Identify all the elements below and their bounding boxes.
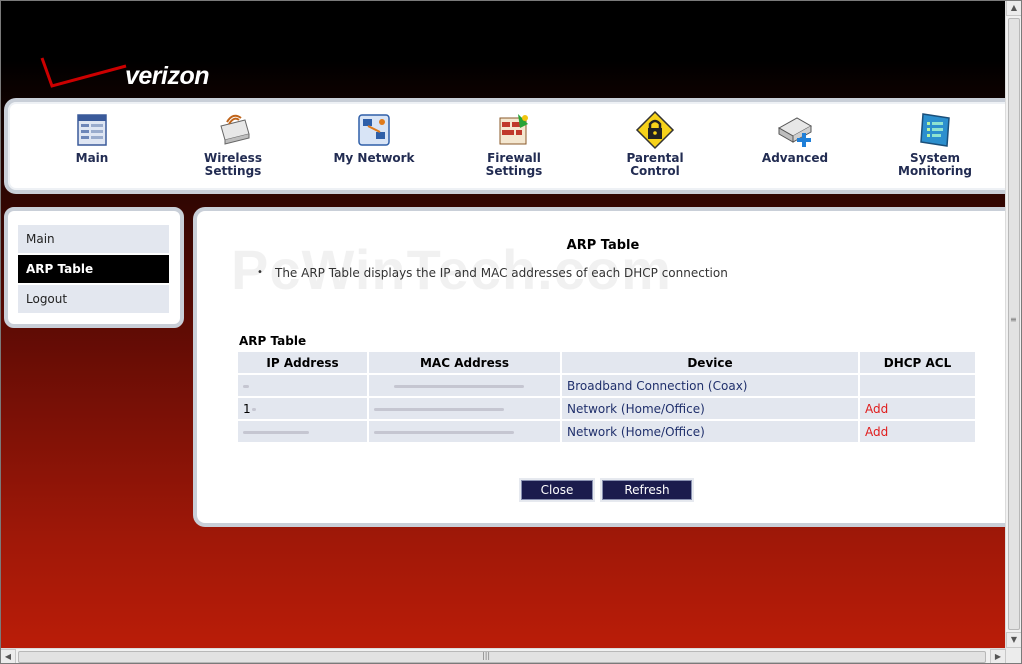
scroll-down-icon[interactable]: ▼ <box>1006 632 1022 648</box>
horizontal-scrollbar[interactable]: ◀ ||| ▶ <box>0 648 1006 664</box>
nav-wireless-settings[interactable]: Wireless Settings <box>173 110 293 178</box>
logo-text: verizon <box>125 62 210 90</box>
nav-wireless-settings-label: Wireless Settings <box>204 151 262 178</box>
horizontal-scroll-thumb[interactable] <box>18 651 986 663</box>
nav-firewall-settings[interactable]: Firewall Settings <box>454 110 574 178</box>
bullet-icon: • <box>257 267 263 278</box>
mac-cell <box>367 373 562 398</box>
acl-add-link[interactable]: Add <box>858 419 977 444</box>
table-row: Network (Home/Office) Add <box>236 419 977 444</box>
advanced-icon <box>777 117 813 147</box>
table-header-row: IP Address MAC Address Device DHCP ACL <box>236 350 977 375</box>
verizon-logo: verizon <box>38 52 228 96</box>
nav-main-label: Main <box>75 151 109 165</box>
nav-advanced[interactable]: Advanced <box>735 110 855 165</box>
redacted-ip <box>251 407 256 411</box>
vertical-scrollbar[interactable]: ▲ ≡ ▼ <box>1005 0 1022 648</box>
device-cell: Network (Home/Office) <box>560 419 860 444</box>
redacted-mac <box>374 407 504 411</box>
my-network-icon <box>358 114 390 146</box>
system-monitoring-icon <box>920 113 950 147</box>
redacted-ip <box>243 430 309 434</box>
nav-firewall-settings-label: Firewall Settings <box>485 151 543 178</box>
redacted-ip <box>243 384 249 388</box>
nav-my-network-label: My Network <box>333 151 415 165</box>
firewall-settings-icon <box>499 114 528 145</box>
acl-cell <box>858 373 977 398</box>
top-navigation: Main Wireless Settings My Network Firewa… <box>4 98 1009 194</box>
sidebar-item-arp-table[interactable]: ARP Table <box>18 255 169 283</box>
nav-main[interactable]: Main <box>32 110 152 165</box>
vertical-scroll-thumb[interactable] <box>1008 18 1020 630</box>
sidebar: Main ARP Table Logout <box>4 207 184 328</box>
parental-control-icon <box>635 110 675 150</box>
column-header: MAC Address <box>367 350 562 375</box>
mac-cell <box>367 419 562 444</box>
scroll-up-icon[interactable]: ▲ <box>1006 0 1022 16</box>
scrollbar-corner <box>1006 648 1022 664</box>
table-row: Broadband Connection (Coax) <box>236 373 977 398</box>
ip-cell <box>236 419 369 444</box>
nav-system-monitoring-label: System Monitoring <box>898 151 972 178</box>
nav-parental-control-label: Parental Control <box>626 151 684 178</box>
nav-my-network[interactable]: My Network <box>314 110 434 165</box>
sidebar-item-main[interactable]: Main <box>18 225 169 253</box>
device-cell: Network (Home/Office) <box>560 396 860 421</box>
ip-cell <box>236 373 369 398</box>
table-title: ARP Table <box>239 334 307 348</box>
column-header: Device <box>560 350 860 375</box>
page-title: ARP Table <box>566 238 640 253</box>
device-cell: Broadband Connection (Coax) <box>560 373 860 398</box>
refresh-button[interactable]: Refresh <box>602 480 692 500</box>
nav-system-monitoring[interactable]: System Monitoring <box>875 110 995 178</box>
nav-advanced-label: Advanced <box>761 151 829 165</box>
scroll-right-icon[interactable]: ▶ <box>990 649 1006 664</box>
page-description: The ARP Table displays the IP and MAC ad… <box>275 266 728 280</box>
column-header: IP Address <box>236 350 369 375</box>
arp-table: IP Address MAC Address Device DHCP ACL B… <box>236 350 977 444</box>
table-row: 1 Network (Home/Office) Add <box>236 396 977 421</box>
ip-cell: 1 <box>236 396 369 421</box>
acl-add-link[interactable]: Add <box>858 396 977 421</box>
main-icon <box>77 114 107 146</box>
nav-parental-control[interactable]: Parental Control <box>595 110 715 178</box>
grip-icon: ≡ <box>1010 315 1017 324</box>
sidebar-item-logout[interactable]: Logout <box>18 285 169 313</box>
close-button[interactable]: Close <box>521 480 593 500</box>
redacted-mac <box>394 384 524 388</box>
verizon-check-icon <box>40 57 127 88</box>
column-header: DHCP ACL <box>858 350 977 375</box>
wireless-settings-icon <box>220 114 250 145</box>
scroll-left-icon[interactable]: ◀ <box>0 649 16 664</box>
grip-icon: ||| <box>482 651 491 660</box>
mac-cell <box>367 396 562 421</box>
redacted-mac <box>374 430 514 434</box>
main-panel: PcWinTech.com ARP Table • The ARP Table … <box>193 207 1009 527</box>
